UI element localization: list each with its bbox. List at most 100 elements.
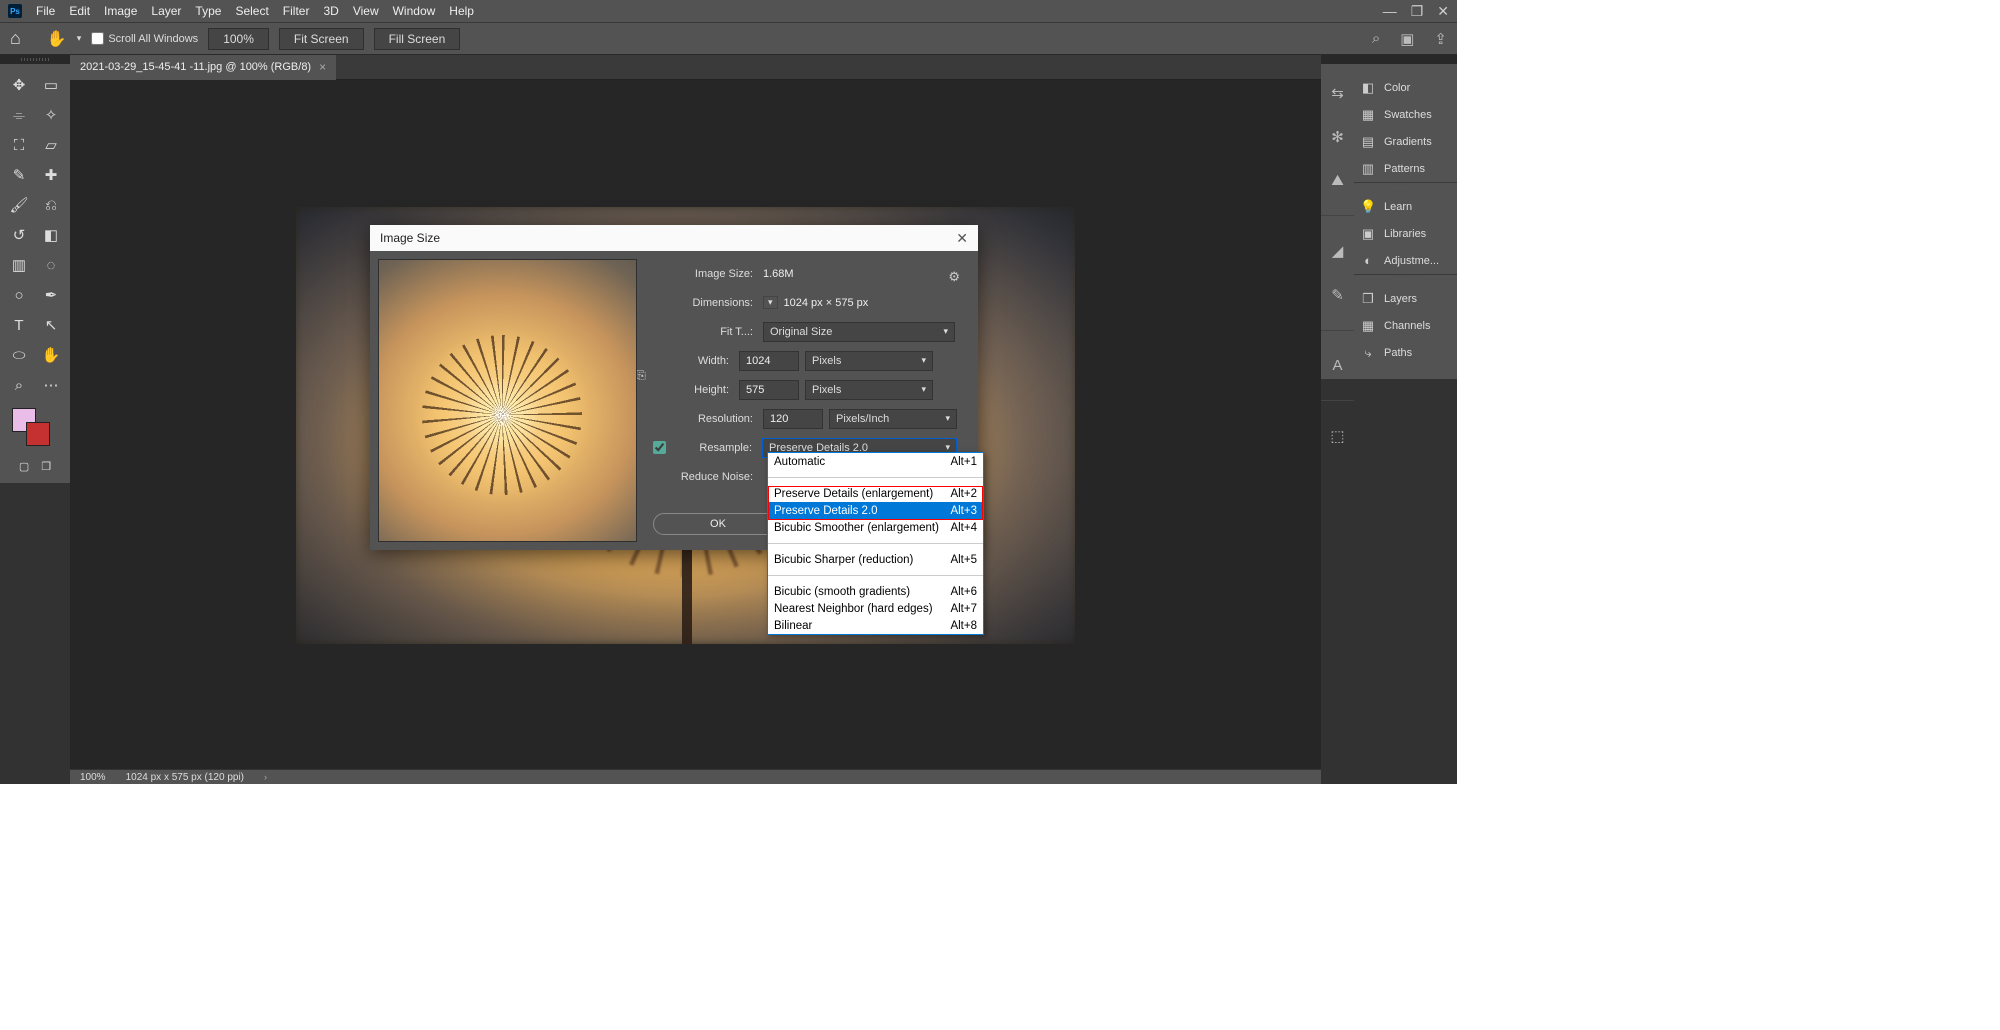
shape-tool-icon[interactable]: ⬭ <box>6 344 32 366</box>
menu-filter[interactable]: Filter <box>283 4 310 18</box>
menu-layer[interactable]: Layer <box>151 4 181 18</box>
tool-preset-chevron-icon[interactable]: ▾ <box>77 33 82 44</box>
panel-patterns[interactable]: ▥Patterns <box>1354 155 1457 182</box>
resolution-input[interactable] <box>763 409 823 429</box>
scroll-all-windows-label: Scroll All Windows <box>108 33 198 45</box>
move-tool-icon[interactable]: ✥ <box>6 74 32 96</box>
crop-tool-icon[interactable]: ⛶ <box>6 134 32 156</box>
dialog-close-icon[interactable]: ✕ <box>956 230 968 247</box>
scroll-all-windows-checkbox[interactable]: Scroll All Windows <box>91 32 198 45</box>
height-unit-select[interactable]: Pixels▾ <box>805 380 933 400</box>
document-info[interactable]: 1024 px x 575 px (120 ppi) <box>126 772 244 783</box>
close-icon[interactable]: ✕ <box>1437 3 1449 20</box>
zoom-tool-icon[interactable]: ⌕ <box>6 374 32 396</box>
screen-mode-icon[interactable]: ❐ <box>41 460 51 473</box>
menu-3d[interactable]: 3D <box>323 4 338 18</box>
healing-brush-tool-icon[interactable]: ✚ <box>38 164 64 186</box>
hand-tool-icon-2[interactable]: ✋ <box>38 344 64 366</box>
menu-image[interactable]: Image <box>104 4 137 18</box>
ok-button[interactable]: OK <box>653 513 783 535</box>
menu-help[interactable]: Help <box>449 4 474 18</box>
tab-close-icon[interactable]: × <box>319 60 326 74</box>
navigator-panel-icon[interactable]: ✻ <box>1331 128 1344 146</box>
height-input[interactable] <box>739 380 799 400</box>
resample-label: Resample: <box>672 442 756 454</box>
menu-window[interactable]: Window <box>393 4 436 18</box>
panel-adjustments[interactable]: ◐Adjustme... <box>1354 247 1457 274</box>
dropdown-option[interactable]: Bicubic (smooth gradients)Alt+6 <box>768 583 983 600</box>
dropdown-option-selected[interactable]: Preserve Details 2.0Alt+3 <box>768 502 983 519</box>
lasso-tool-icon[interactable]: ⌯ <box>6 104 32 126</box>
panel-swatches[interactable]: ▦Swatches <box>1354 101 1457 128</box>
dropdown-option[interactable]: Bicubic Sharper (reduction)Alt+5 <box>768 551 983 568</box>
dropdown-option[interactable]: Nearest Neighbor (hard edges)Alt+7 <box>768 600 983 617</box>
brush-settings-icon[interactable]: ✎ <box>1331 286 1344 304</box>
menu-edit[interactable]: Edit <box>69 4 90 18</box>
character-panel-icon[interactable]: A <box>1332 357 1342 374</box>
share-icon[interactable]: ⇪ <box>1434 30 1447 48</box>
magic-wand-tool-icon[interactable]: ✧ <box>38 104 64 126</box>
frame-tool-icon[interactable]: ▱ <box>38 134 64 156</box>
dodge-tool-icon[interactable]: ○ <box>6 284 32 306</box>
fill-screen-button[interactable]: Fill Screen <box>374 28 461 50</box>
fit-screen-button[interactable]: Fit Screen <box>279 28 364 50</box>
menu-view[interactable]: View <box>353 4 379 18</box>
color-icon: ◧ <box>1360 80 1376 96</box>
fit-to-select[interactable]: Original Size▾ <box>763 322 955 342</box>
quick-mask-icon[interactable]: ▢ <box>19 460 29 473</box>
menu-file[interactable]: File <box>36 4 55 18</box>
marquee-tool-icon[interactable]: ▭ <box>38 74 64 96</box>
hand-tool-icon[interactable]: ✋ <box>47 29 67 49</box>
color-swatch[interactable] <box>6 408 64 452</box>
text-tool-icon[interactable]: T <box>6 314 32 336</box>
minimize-icon[interactable]: — <box>1383 3 1397 20</box>
dropdown-option[interactable]: BilinearAlt+8 <box>768 617 983 634</box>
dropdown-option[interactable]: Preserve Details (enlargement)Alt+2 <box>768 485 983 502</box>
document-tab[interactable]: 2021-03-29_15-45-41 -11.jpg @ 100% (RGB/… <box>70 55 336 80</box>
panel-color[interactable]: ◧Color <box>1354 74 1457 101</box>
restore-icon[interactable]: ❐ <box>1411 3 1424 20</box>
brush-tool-icon[interactable]: 🖌 <box>6 194 32 216</box>
dialog-title-bar[interactable]: Image Size ✕ <box>370 225 978 251</box>
right-strip-collapse-handle[interactable] <box>1321 55 1354 64</box>
home-icon[interactable]: ⌂ <box>10 28 21 49</box>
zoom-percent[interactable]: 100% <box>80 772 106 783</box>
dialog-settings-icon[interactable]: ⚙ <box>948 269 960 285</box>
blur-tool-icon[interactable]: ◌ <box>38 254 64 276</box>
histogram-panel-icon[interactable]: ⛰ <box>1331 172 1344 189</box>
width-unit-select[interactable]: Pixels▾ <box>805 351 933 371</box>
path-selection-tool-icon[interactable]: ↖ <box>38 314 64 336</box>
right-panel-collapse-handle[interactable] <box>1354 55 1457 64</box>
gradient-tool-icon[interactable]: ▥ <box>6 254 32 276</box>
dimensions-chevron-icon[interactable]: ▾ <box>763 296 778 309</box>
panel-libraries[interactable]: ▣Libraries <box>1354 220 1457 247</box>
panel-paths[interactable]: ⤷Paths <box>1354 339 1457 366</box>
background-color[interactable] <box>26 422 50 446</box>
menu-select[interactable]: Select <box>235 4 268 18</box>
panel-learn[interactable]: 💡Learn <box>1354 193 1457 220</box>
tools-collapse-handle[interactable] <box>0 55 70 64</box>
3d-panel-icon[interactable]: ⬚ <box>1330 427 1344 445</box>
resample-checkbox[interactable] <box>653 441 666 454</box>
workspace-icon[interactable]: ▣ <box>1400 30 1414 48</box>
dropdown-option[interactable]: AutomaticAlt+1 <box>768 453 983 470</box>
color-panel-icon[interactable]: ⇆ <box>1331 84 1344 102</box>
dropdown-option[interactable]: Bicubic Smoother (enlargement)Alt+4 <box>768 519 983 536</box>
status-chevron-icon[interactable]: › <box>264 772 267 782</box>
eyedropper-tool-icon[interactable]: ✎ <box>6 164 32 186</box>
width-input[interactable] <box>739 351 799 371</box>
menu-type[interactable]: Type <box>195 4 221 18</box>
panel-layers[interactable]: ❒Layers <box>1354 285 1457 312</box>
eraser-tool-icon[interactable]: ◧ <box>38 224 64 246</box>
search-icon[interactable]: ⌕ <box>1372 30 1380 48</box>
pen-tool-icon[interactable]: ✒ <box>38 284 64 306</box>
panel-channels[interactable]: ▦Channels <box>1354 312 1457 339</box>
brush-panel-icon[interactable]: ◢ <box>1332 242 1344 260</box>
history-brush-tool-icon[interactable]: ↺ <box>6 224 32 246</box>
clone-stamp-tool-icon[interactable]: ⎌ <box>38 194 64 216</box>
zoom-level-display[interactable]: 100% <box>208 28 269 50</box>
resolution-unit-select[interactable]: Pixels/Inch▾ <box>829 409 957 429</box>
constrain-link-icon[interactable]: ⎘ <box>636 368 646 383</box>
panel-gradients[interactable]: ▤Gradients <box>1354 128 1457 155</box>
more-tools-icon[interactable]: ⋯ <box>38 374 64 396</box>
